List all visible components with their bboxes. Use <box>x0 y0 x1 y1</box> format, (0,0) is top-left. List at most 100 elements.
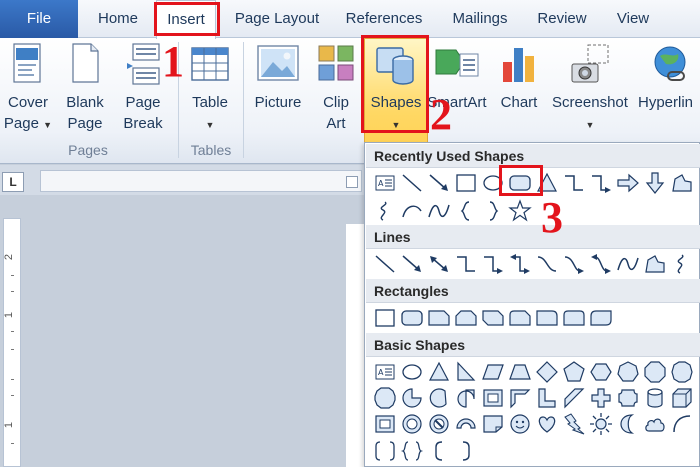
shape-dblarrow-icon[interactable] <box>427 252 451 276</box>
screenshot-button[interactable]: Screenshot ▼ <box>548 42 632 136</box>
shape-snip2-icon[interactable] <box>454 306 478 330</box>
cover-page-button[interactable]: Cover Page ▼ <box>2 42 54 136</box>
shape-curve-icon[interactable] <box>616 252 640 276</box>
shape-round2-icon[interactable] <box>562 306 586 330</box>
shape-blockarc-icon[interactable] <box>454 412 478 436</box>
shape-octagon-icon[interactable] <box>643 360 667 384</box>
shape-dodecagon-icon[interactable] <box>373 386 397 410</box>
tab-references[interactable]: References <box>338 0 430 38</box>
horizontal-ruler[interactable] <box>40 170 362 192</box>
hyperlink-button[interactable]: Hyperlin <box>638 42 700 113</box>
shape-rtriangle-icon[interactable] <box>454 360 478 384</box>
shape-snip3-icon[interactable] <box>481 306 505 330</box>
shape-arcpartial-icon[interactable] <box>670 412 694 436</box>
shape-curveddbl-icon[interactable] <box>589 252 613 276</box>
shape-scribble-icon[interactable] <box>670 252 694 276</box>
shape-triangle-icon[interactable] <box>427 360 451 384</box>
picture-button[interactable]: Picture <box>250 42 306 113</box>
shape-diamond-icon[interactable] <box>535 360 559 384</box>
shape-moon-icon[interactable] <box>616 412 640 436</box>
table-button[interactable]: Table ▼ <box>184 42 236 136</box>
shape-nosymbol-icon[interactable] <box>427 412 451 436</box>
shape-oval-icon[interactable] <box>481 171 505 195</box>
shape-round1-icon[interactable] <box>535 306 559 330</box>
shape-triangle-icon[interactable] <box>535 171 559 195</box>
clip-art-button[interactable]: Clip Art <box>312 42 360 134</box>
shape-curve-icon[interactable] <box>427 199 451 223</box>
shape-diagstripe-icon[interactable] <box>562 386 586 410</box>
shape-halfframe-icon[interactable] <box>508 386 532 410</box>
shape-freeform-icon[interactable] <box>670 171 694 195</box>
shape-heart-icon[interactable] <box>535 412 559 436</box>
shape-pentagon-icon[interactable] <box>562 360 586 384</box>
shape-line-icon[interactable] <box>400 171 424 195</box>
shape-donut-icon[interactable] <box>400 412 424 436</box>
shape-curvedarrow-icon[interactable] <box>562 252 586 276</box>
shape-foldedcorner-icon[interactable] <box>481 412 505 436</box>
ruler-marker[interactable] <box>346 176 358 188</box>
shape-elbowarrow-icon[interactable] <box>589 171 613 195</box>
tab-mailings[interactable]: Mailings <box>442 0 518 38</box>
shape-dblbrace-icon[interactable] <box>400 439 424 463</box>
shape-elbowarrow-icon[interactable] <box>481 252 505 276</box>
tab-home[interactable]: Home <box>86 0 150 38</box>
shape-star-icon[interactable] <box>508 199 532 223</box>
shape-rbrace-icon[interactable] <box>481 199 505 223</box>
shape-rect-icon[interactable] <box>373 306 397 330</box>
shape-plaque-icon[interactable] <box>616 386 640 410</box>
chart-button[interactable]: Chart <box>494 42 544 113</box>
shape-cloud-icon[interactable] <box>643 412 667 436</box>
shape-lbrace-icon[interactable] <box>454 199 478 223</box>
shape-trapezoid-icon[interactable] <box>508 360 532 384</box>
shape-smiley-icon[interactable] <box>508 412 532 436</box>
shape-scribble-icon[interactable] <box>373 199 397 223</box>
shape-curvedconn-icon[interactable] <box>535 252 559 276</box>
shape-arrowline-icon[interactable] <box>427 171 451 195</box>
tab-insert[interactable]: Insert <box>156 0 216 39</box>
shape-heptagon-icon[interactable] <box>616 360 640 384</box>
shape-parallelogram-icon[interactable] <box>481 360 505 384</box>
tab-file[interactable]: File <box>0 0 78 38</box>
tab-page-layout[interactable]: Page Layout <box>224 0 330 38</box>
tab-view[interactable]: View <box>604 0 662 38</box>
shape-decagon-icon[interactable] <box>670 360 694 384</box>
shape-chord-icon[interactable] <box>427 386 451 410</box>
tab-selector[interactable]: L <box>2 172 24 192</box>
shape-lbracket-icon[interactable] <box>427 439 451 463</box>
shape-elbowdbl-icon[interactable] <box>508 252 532 276</box>
shape-sun-icon[interactable] <box>589 412 613 436</box>
shape-rrect-icon[interactable] <box>400 306 424 330</box>
shapes-button[interactable]: Shapes ▼ <box>364 42 428 136</box>
shape-elbow-icon[interactable] <box>454 252 478 276</box>
shape-rbracket-icon[interactable] <box>454 439 478 463</box>
shape-can-icon[interactable] <box>643 386 667 410</box>
shape-freeform-icon[interactable] <box>643 252 667 276</box>
shape-arc-icon[interactable] <box>400 199 424 223</box>
shape-arrowline-icon[interactable] <box>400 252 424 276</box>
shape-bevel-icon[interactable] <box>373 412 397 436</box>
shape-rrect-icon[interactable] <box>508 171 532 195</box>
shape-snip1-icon[interactable] <box>427 306 451 330</box>
shape-rect-icon[interactable] <box>454 171 478 195</box>
shape-snipround-icon[interactable] <box>508 306 532 330</box>
shape-line-icon[interactable] <box>373 252 397 276</box>
shape-oval-icon[interactable] <box>400 360 424 384</box>
shape-teardrop-icon[interactable] <box>454 386 478 410</box>
shape-lshape-icon[interactable] <box>535 386 559 410</box>
shape-pie-icon[interactable] <box>400 386 424 410</box>
blank-page-button[interactable]: Blank Page <box>60 42 110 134</box>
shape-textbox-icon[interactable]: A <box>373 171 397 195</box>
shape-plus-icon[interactable] <box>589 386 613 410</box>
shape-textbox-icon[interactable]: A <box>373 360 397 384</box>
shape-rarrow-icon[interactable] <box>616 171 640 195</box>
shape-frame-icon[interactable] <box>481 386 505 410</box>
shape-hexagon-icon[interactable] <box>589 360 613 384</box>
shape-cube-icon[interactable] <box>670 386 694 410</box>
shape-dblbracket-icon[interactable] <box>373 439 397 463</box>
shape-lightning-icon[interactable] <box>562 412 586 436</box>
shape-rounddiag-icon[interactable] <box>589 306 613 330</box>
shape-elbow-icon[interactable] <box>562 171 586 195</box>
shape-darrow-icon[interactable] <box>643 171 667 195</box>
vertical-ruler[interactable]: 2 1 1 <box>3 218 21 467</box>
tab-review[interactable]: Review <box>528 0 596 38</box>
